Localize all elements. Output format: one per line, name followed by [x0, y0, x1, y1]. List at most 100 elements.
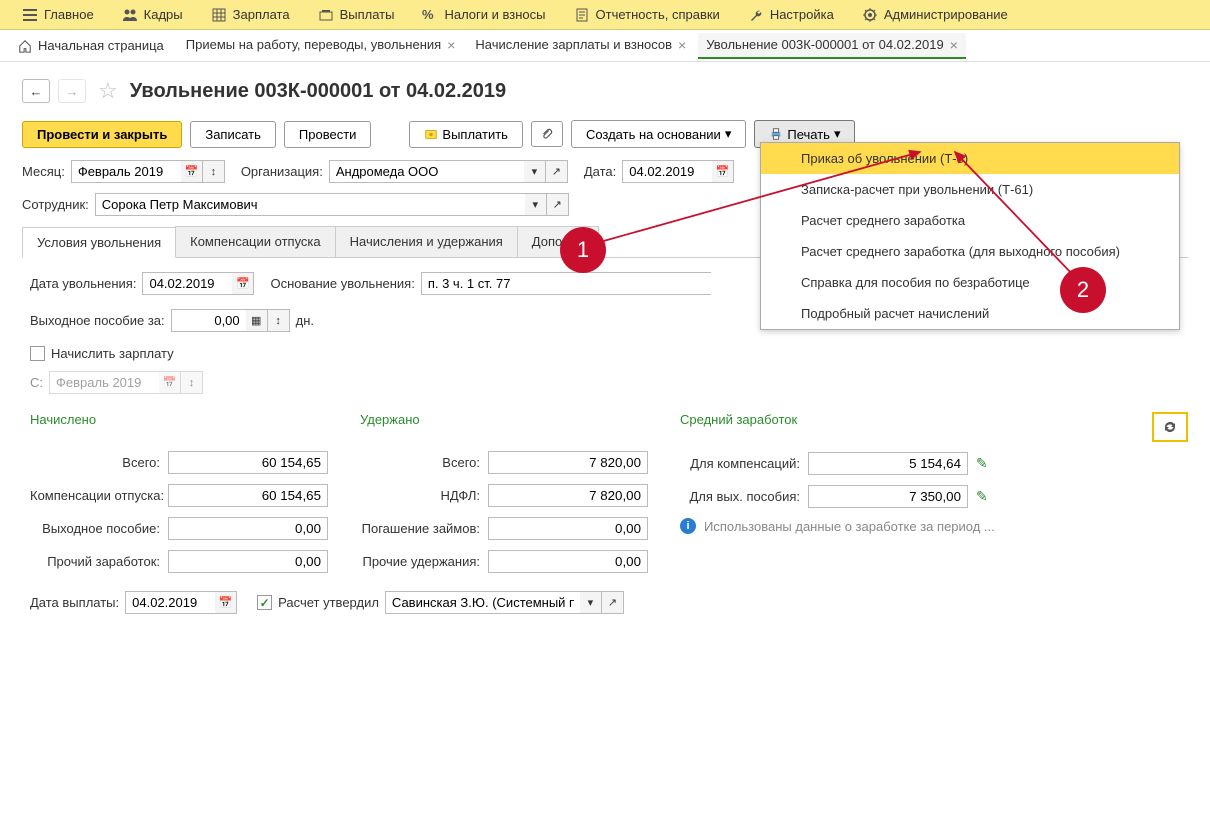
- dismissal-date-input[interactable]: [142, 272, 232, 295]
- dismissal-date-label: Дата увольнения:: [30, 276, 136, 291]
- post-close-button[interactable]: Провести и закрыть: [22, 121, 182, 148]
- menu-admin[interactable]: Администрирование: [848, 0, 1022, 29]
- page-title: Увольнение 003К-000001 от 04.02.2019: [130, 80, 506, 103]
- close-icon[interactable]: ×: [950, 37, 958, 53]
- toolbar: Провести и закрыть Записать Провести Вып…: [22, 120, 1188, 148]
- chevron-down-icon[interactable]: ▾: [580, 591, 602, 614]
- employee-input[interactable]: [95, 193, 525, 216]
- calc-icon[interactable]: ▦: [246, 309, 268, 332]
- for-comp[interactable]: [808, 452, 968, 475]
- severance-unit: дн.: [296, 313, 314, 328]
- tab-accruals[interactable]: Начисления и удержания: [335, 226, 518, 257]
- other-ded[interactable]: [488, 550, 648, 573]
- menu-kadry[interactable]: Кадры: [108, 0, 197, 29]
- reason-label: Основание увольнения:: [270, 276, 414, 291]
- attach-button[interactable]: [531, 121, 563, 147]
- approved-checkbox[interactable]: [257, 595, 272, 610]
- severance-input[interactable]: [171, 309, 246, 332]
- approver-input[interactable]: [385, 591, 580, 614]
- ndfl[interactable]: [488, 484, 648, 507]
- org-input[interactable]: [329, 160, 524, 183]
- month-input[interactable]: [71, 160, 181, 183]
- info-text: Использованы данные о заработке за перио…: [704, 519, 995, 534]
- accrued-total[interactable]: [168, 451, 328, 474]
- date-input[interactable]: [622, 160, 712, 183]
- month-label: Месяц:: [22, 164, 65, 179]
- spinner-icon: ↕: [181, 371, 203, 394]
- home-tab[interactable]: Начальная страница: [8, 34, 174, 57]
- calendar-icon[interactable]: 📅: [181, 160, 203, 183]
- callout-1: 1: [560, 227, 606, 273]
- chevron-down-icon: ▾: [725, 126, 732, 142]
- severance-total[interactable]: [168, 517, 328, 540]
- pencil-icon[interactable]: ✎: [976, 455, 988, 472]
- callout-2: 2: [1060, 267, 1106, 313]
- spinner-icon[interactable]: ↕: [268, 309, 290, 332]
- tab-compensations[interactable]: Компенсации отпуска: [175, 226, 336, 257]
- tab-conditions[interactable]: Условия увольнения: [22, 227, 176, 258]
- vacation-comp[interactable]: [168, 484, 328, 507]
- deducted-total[interactable]: [488, 451, 648, 474]
- employee-label: Сотрудник:: [22, 197, 89, 212]
- tab-nachislenie[interactable]: Начисление зарплаты и взносов ×: [467, 33, 694, 59]
- accrue-salary-checkbox[interactable]: [30, 346, 45, 361]
- calendar-icon[interactable]: 📅: [232, 272, 254, 295]
- spinner-icon[interactable]: ↕: [203, 160, 225, 183]
- refresh-button[interactable]: [1152, 412, 1188, 442]
- create-based-button[interactable]: Создать на основании ▾: [571, 120, 746, 148]
- for-sev[interactable]: [808, 485, 968, 508]
- accrue-salary-label: Начислить зарплату: [51, 346, 174, 361]
- close-icon[interactable]: ×: [678, 37, 686, 53]
- pay-button[interactable]: Выплатить: [409, 121, 523, 148]
- from-label: С:: [30, 375, 43, 390]
- top-menu: Главное Кадры Зарплата Выплаты % Налоги …: [0, 0, 1210, 30]
- forward-button[interactable]: →: [58, 79, 86, 103]
- menu-main: Главное: [44, 7, 94, 22]
- loan[interactable]: [488, 517, 648, 540]
- open-icon[interactable]: ↗: [547, 193, 569, 216]
- calendar-icon[interactable]: 📅: [712, 160, 734, 183]
- post-button[interactable]: Провести: [284, 121, 372, 148]
- svg-text:%: %: [422, 7, 434, 22]
- back-button[interactable]: ←: [22, 79, 50, 103]
- tab-uvolnenie[interactable]: Увольнение 003К-000001 от 04.02.2019 ×: [698, 33, 966, 59]
- date-label: Дата:: [584, 164, 616, 179]
- from-input: [49, 371, 159, 394]
- tab-priem[interactable]: Приемы на работу, переводы, увольнения ×: [178, 33, 464, 59]
- menu-nalogi[interactable]: % Налоги и взносы: [408, 0, 559, 29]
- chevron-down-icon: ▾: [834, 126, 841, 142]
- approved-label: Расчет утвердил: [278, 595, 379, 610]
- tabs-bar: Начальная страница Приемы на работу, пер…: [0, 30, 1210, 62]
- severance-label: Выходное пособие за:: [30, 313, 165, 328]
- star-icon[interactable]: ☆: [98, 78, 118, 104]
- chevron-down-icon[interactable]: ▾: [525, 193, 547, 216]
- dropdown-item-detailed[interactable]: Подробный расчет начислений: [761, 298, 1179, 329]
- open-icon[interactable]: ↗: [546, 160, 568, 183]
- dropdown-item-avg[interactable]: Расчет среднего заработка: [761, 205, 1179, 236]
- avg-header: Средний заработок: [680, 412, 797, 427]
- dropdown-item-t8[interactable]: Приказ об увольнении (Т-8): [761, 143, 1179, 174]
- menu-vyplaty[interactable]: Выплаты: [304, 0, 409, 29]
- reason-input[interactable]: [421, 272, 711, 295]
- print-dropdown: Приказ об увольнении (Т-8) Записка-расче…: [760, 142, 1180, 330]
- pencil-icon[interactable]: ✎: [976, 488, 988, 505]
- calendar-icon[interactable]: 📅: [215, 591, 237, 614]
- menu-hamburger[interactable]: Главное: [8, 0, 108, 29]
- pay-date-label: Дата выплаты:: [30, 595, 119, 610]
- open-icon[interactable]: ↗: [602, 591, 624, 614]
- accrued-header: Начислено: [30, 412, 330, 427]
- dropdown-item-t61[interactable]: Записка-расчет при увольнении (Т-61): [761, 174, 1179, 205]
- org-label: Организация:: [241, 164, 323, 179]
- other-income[interactable]: [168, 550, 328, 573]
- calendar-icon: 📅: [159, 371, 181, 394]
- page-header: ← → ☆ Увольнение 003К-000001 от 04.02.20…: [22, 78, 1188, 104]
- close-icon[interactable]: ×: [447, 37, 455, 53]
- menu-otchetnost[interactable]: Отчетность, справки: [560, 0, 734, 29]
- dropdown-item-avg-sev[interactable]: Расчет среднего заработка (для выходного…: [761, 236, 1179, 267]
- dropdown-item-unemployment[interactable]: Справка для пособия по безработице: [761, 267, 1179, 298]
- menu-nastroika[interactable]: Настройка: [734, 0, 848, 29]
- chevron-down-icon[interactable]: ▾: [524, 160, 546, 183]
- menu-zarplata[interactable]: Зарплата: [197, 0, 304, 29]
- pay-date-input[interactable]: [125, 591, 215, 614]
- save-button[interactable]: Записать: [190, 121, 276, 148]
